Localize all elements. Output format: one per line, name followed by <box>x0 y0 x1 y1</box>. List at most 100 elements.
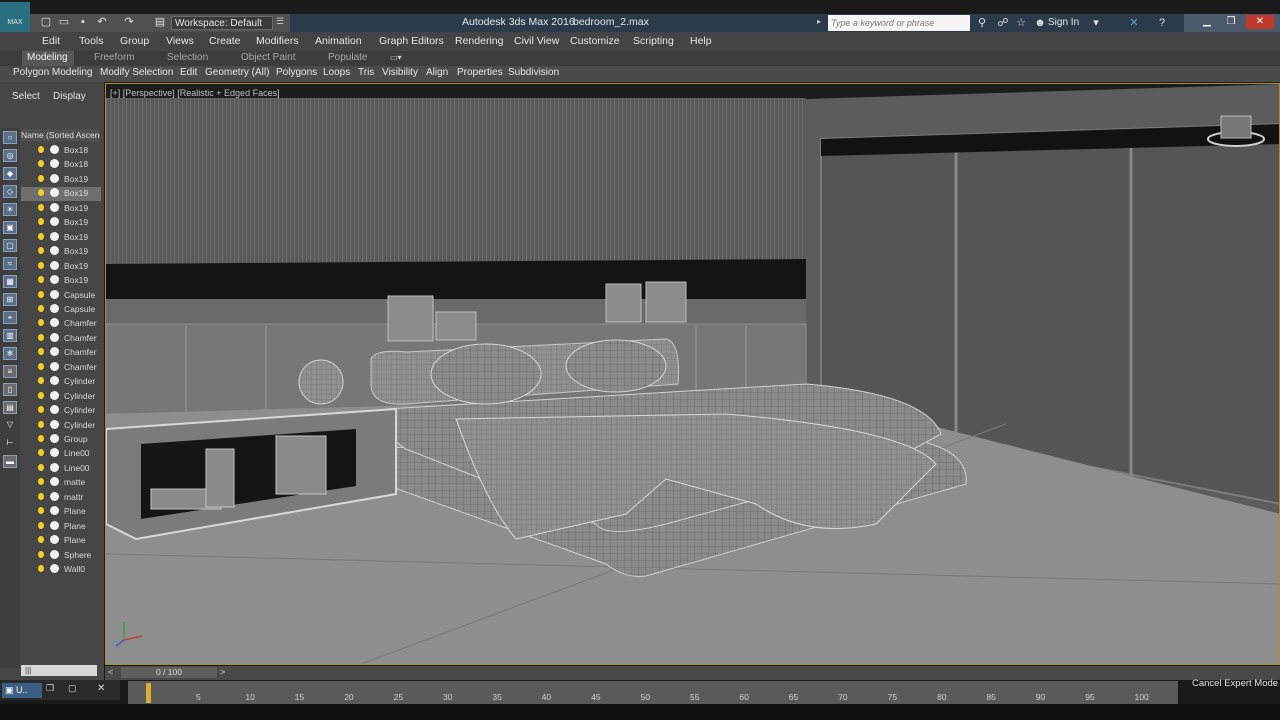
visibility-icon[interactable] <box>50 419 59 429</box>
menu-tools[interactable]: Tools <box>79 35 104 47</box>
time-slider[interactable]: 0 / 100 <box>121 667 217 678</box>
undo-icon[interactable]: ↶ <box>94 15 110 30</box>
list-item[interactable]: matte <box>21 476 101 490</box>
menu-animation[interactable]: Animation <box>315 35 362 47</box>
display-containers-icon[interactable]: ▥ <box>3 329 17 342</box>
bulb-icon[interactable] <box>38 290 44 298</box>
bulb-icon[interactable] <box>38 507 44 515</box>
visibility-icon[interactable] <box>50 289 59 299</box>
visibility-icon[interactable] <box>50 332 59 342</box>
list-item[interactable]: Capsule <box>21 289 101 303</box>
visibility-icon[interactable] <box>50 188 59 198</box>
ribbon-edit[interactable]: Edit <box>180 67 197 78</box>
current-frame-marker[interactable] <box>146 683 151 703</box>
tab-selection[interactable]: Selection <box>167 52 208 63</box>
user-icon[interactable]: ☻ <box>1032 15 1048 31</box>
list-item[interactable]: Box19 <box>21 274 101 288</box>
list-item[interactable]: Chamfer <box>21 361 101 375</box>
visibility-icon[interactable] <box>50 246 59 256</box>
menu-create[interactable]: Create <box>209 35 241 47</box>
visibility-icon[interactable] <box>50 405 59 415</box>
ribbon-loops[interactable]: Loops <box>323 67 350 78</box>
open-file-icon[interactable]: ▭ <box>56 15 72 30</box>
visibility-icon[interactable] <box>50 303 59 313</box>
restore-icon[interactable]: ❐ <box>46 683 60 697</box>
visibility-icon[interactable] <box>50 275 59 285</box>
menu-civil-view[interactable]: Civil View <box>514 35 559 47</box>
horizontal-scrollbar[interactable]: ||| <box>21 665 97 676</box>
bulb-icon[interactable] <box>38 521 44 529</box>
bulb-icon[interactable] <box>38 377 44 385</box>
restore-icon[interactable]: ❐ <box>1220 15 1242 29</box>
list-item[interactable]: Box19 <box>21 202 101 216</box>
bulb-icon[interactable] <box>38 492 44 500</box>
chevron-right-icon[interactable]: > <box>220 667 225 677</box>
list-item[interactable]: Plane <box>21 534 101 548</box>
list-item[interactable]: Box18 <box>21 158 101 172</box>
display-bones-icon[interactable]: ⌖ <box>3 311 17 324</box>
visibility-icon[interactable] <box>50 145 59 154</box>
filter-icon[interactable]: ▽ <box>3 419 17 432</box>
ribbon-options-icon[interactable]: ▭▾ <box>390 53 402 63</box>
list-item[interactable]: Box19 <box>21 187 101 202</box>
list-item[interactable]: Cylinder <box>21 404 101 418</box>
bulb-icon[interactable] <box>38 160 44 168</box>
track-bar[interactable] <box>128 681 1178 704</box>
hierarchy-icon[interactable]: ⊢ <box>3 437 17 450</box>
bulb-icon[interactable] <box>38 146 44 153</box>
display-shapes-icon[interactable]: ◇ <box>3 185 17 198</box>
menu-group[interactable]: Group <box>120 35 149 47</box>
list-item[interactable]: Line00 <box>21 462 101 476</box>
bulb-icon[interactable] <box>38 435 44 442</box>
visibility-icon[interactable] <box>50 231 59 241</box>
list-item[interactable]: Chamfer <box>21 346 101 360</box>
visibility-icon[interactable] <box>50 390 59 400</box>
visibility-icon[interactable] <box>50 318 59 328</box>
list-item[interactable]: Chamfer <box>21 317 101 331</box>
visibility-icon[interactable] <box>50 549 59 559</box>
list-item[interactable]: Chamfer <box>21 332 101 346</box>
ribbon-visibility[interactable]: Visibility <box>382 67 418 78</box>
list-item[interactable]: Line00 <box>21 447 101 461</box>
visibility-icon[interactable] <box>50 173 59 183</box>
menu-views[interactable]: Views <box>166 35 194 47</box>
visibility-icon[interactable] <box>50 535 59 545</box>
star-icon[interactable]: ☆ <box>1013 15 1029 31</box>
display-lights-icon[interactable]: ☀ <box>3 203 17 216</box>
menu-help[interactable]: Help <box>690 35 712 47</box>
redo-icon[interactable]: ↷ <box>121 15 137 30</box>
bulb-icon[interactable] <box>38 536 44 544</box>
bulb-icon[interactable] <box>38 304 44 312</box>
list-item[interactable]: Cylinder <box>21 419 101 433</box>
visibility-icon[interactable] <box>50 376 59 386</box>
visibility-icon[interactable] <box>50 462 59 472</box>
visibility-icon[interactable] <box>50 491 59 501</box>
tab-populate[interactable]: Populate <box>328 52 367 63</box>
display-geometry-icon[interactable]: ◆ <box>3 167 17 180</box>
help-icon[interactable]: ? <box>1154 15 1170 31</box>
ribbon-subdivision[interactable]: Subdivision <box>508 67 559 78</box>
visibility-icon[interactable] <box>50 260 59 270</box>
perspective-viewport[interactable] <box>105 83 1280 665</box>
menu-customize[interactable]: Customize <box>570 35 620 47</box>
workspace-dropdown[interactable]: Workspace: Default <box>171 16 273 30</box>
display-frozen-icon[interactable]: ❄ <box>3 347 17 360</box>
bookmark-icon[interactable]: ☍ <box>995 15 1011 31</box>
tab-modeling[interactable]: Modeling <box>27 52 68 63</box>
bulb-icon[interactable] <box>38 261 44 269</box>
visibility-icon[interactable] <box>50 347 59 357</box>
visibility-icon[interactable] <box>50 159 59 169</box>
tab-object-paint[interactable]: Object Paint <box>241 52 295 63</box>
search-input[interactable]: Type a keyword or phrase <box>828 15 970 31</box>
list-item[interactable]: Capsule <box>21 303 101 317</box>
viewport-label[interactable]: [+] [Perspective] [Realistic + Edged Fac… <box>110 88 280 98</box>
chevron-down-icon[interactable]: ☰ <box>276 16 286 30</box>
new-file-icon[interactable]: ▢ <box>38 15 54 30</box>
tab-display[interactable]: Display <box>53 91 86 102</box>
bulb-icon[interactable] <box>38 463 44 471</box>
list-item[interactable]: Box19 <box>21 260 101 274</box>
chevron-down-icon[interactable]: ▾ <box>1088 15 1104 31</box>
save-icon[interactable]: ▪ <box>75 15 91 30</box>
ribbon-align[interactable]: Align <box>426 67 448 78</box>
visibility-icon[interactable] <box>50 202 59 212</box>
